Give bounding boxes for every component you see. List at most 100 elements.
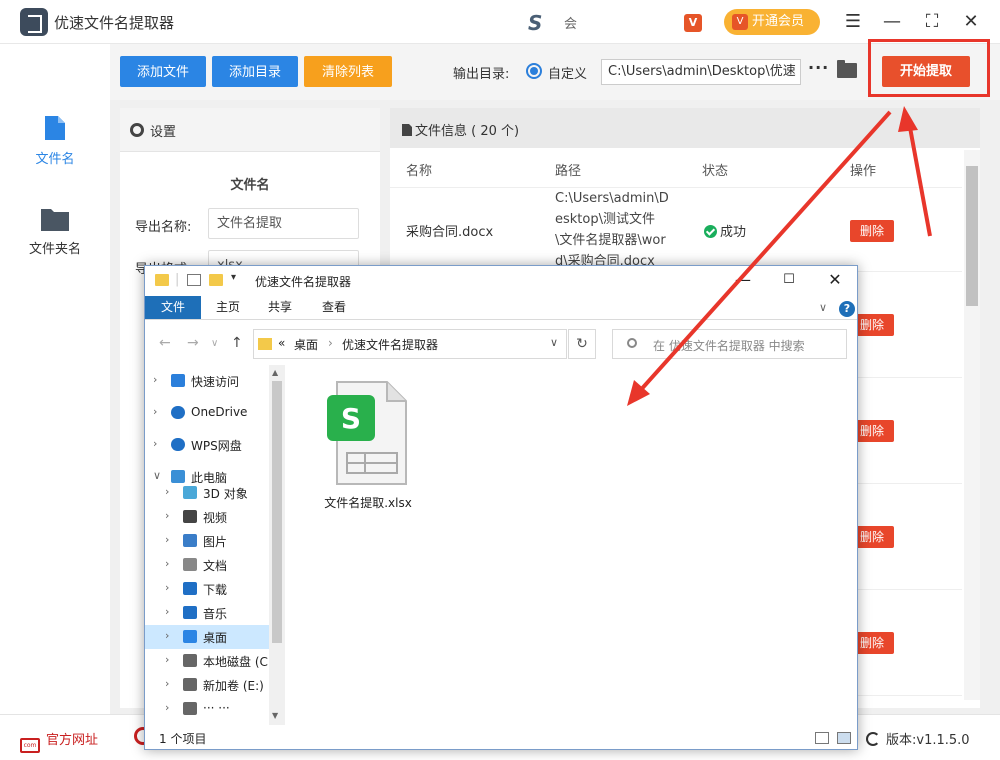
refresh-button[interactable]: ↻ — [568, 329, 596, 359]
picture-icon — [183, 534, 197, 547]
back-arrow-icon[interactable]: ← — [159, 335, 171, 351]
chevron-right-icon[interactable]: › — [153, 405, 157, 418]
file-info-title-text: 文件信息 ( 20 个) — [415, 124, 520, 139]
maximize-button[interactable]: ⛶ — [920, 10, 944, 34]
star-icon — [171, 374, 185, 387]
separator: | — [175, 272, 180, 287]
explorer-close-button[interactable]: ✕ — [825, 270, 845, 289]
ribbon-tab-share[interactable]: 共享 — [255, 296, 305, 319]
chevron-right-icon[interactable]: › — [165, 557, 169, 570]
file-icon-letter: S — [341, 402, 361, 435]
scroll-up-icon[interactable]: ▲ — [272, 368, 278, 377]
explorer-minimize-button[interactable]: — — [733, 270, 753, 289]
document-icon — [183, 558, 197, 571]
tree-item[interactable]: › 新加卷 (E:) — [145, 673, 269, 697]
version-text: 版本:v1.1.5.0 — [886, 733, 970, 748]
document-icon — [402, 124, 412, 136]
row-file-path: C:\Users\admin\Desktop\测试文件\文件名提取器\word\… — [555, 191, 669, 269]
chevron-right-icon[interactable]: › — [165, 509, 169, 522]
export-name-input[interactable]: 文件名提取 — [208, 208, 359, 239]
row-status-text: 成功 — [720, 225, 747, 240]
website-link[interactable]: com 官方网址 — [20, 729, 98, 753]
chevron-right-icon[interactable]: › — [165, 533, 169, 546]
ribbon-expand-icon[interactable]: ∨ — [819, 301, 827, 314]
tree-scrollbar[interactable]: ▲ ▼ — [269, 365, 285, 725]
scroll-thumb[interactable] — [966, 166, 978, 306]
nav-item-filename[interactable]: 文件名 — [0, 114, 110, 184]
more-options-icon[interactable]: ··· — [808, 58, 829, 77]
properties-icon[interactable] — [187, 274, 201, 286]
tree-item[interactable]: › 快速访问 — [145, 369, 269, 393]
menu-icon[interactable]: ☰ — [841, 10, 865, 34]
details-view-icon[interactable] — [815, 732, 829, 744]
tree-item[interactable]: › WPS网盘 — [145, 433, 269, 457]
tree-scroll-thumb[interactable] — [272, 381, 282, 643]
output-dir-label: 输出目录: — [453, 67, 510, 82]
custom-radio-label[interactable]: 自定义 — [548, 63, 587, 82]
search-input[interactable]: 在 优速文件名提取器 中搜索 — [612, 329, 847, 359]
tree-item[interactable]: › 桌面 — [145, 625, 269, 649]
close-button[interactable]: ✕ — [959, 10, 983, 34]
forward-arrow-icon[interactable]: → — [187, 335, 199, 351]
open-vip-button[interactable]: V 开通会员 — [724, 9, 820, 35]
custom-radio[interactable] — [526, 63, 542, 79]
quick-access-dropdown-icon[interactable]: ▾ — [231, 272, 236, 283]
add-file-button[interactable]: 添加文件 — [120, 56, 206, 87]
tree-item[interactable]: › OneDrive — [145, 401, 269, 425]
new-folder-icon[interactable] — [209, 274, 223, 286]
tree-item[interactable]: › 图片 — [145, 529, 269, 553]
chevron-right-icon[interactable]: › — [165, 677, 169, 690]
tree-item[interactable]: › 3D 对象 — [145, 481, 269, 505]
ribbon-tab-home[interactable]: 主页 — [203, 296, 253, 319]
address-dropdown-icon[interactable]: ∨ — [550, 336, 558, 349]
delete-button[interactable]: 删除 — [850, 220, 894, 242]
explorer-maximize-button[interactable]: ☐ — [779, 272, 799, 287]
chevron-right-icon[interactable]: › — [165, 485, 169, 498]
chevron-right-icon[interactable]: › — [165, 701, 169, 714]
download-icon — [183, 582, 197, 595]
chevron-right-icon[interactable]: › — [165, 653, 169, 666]
nav-item-foldername[interactable]: 文件夹名 — [0, 206, 110, 276]
tree-item[interactable]: › 下载 — [145, 577, 269, 601]
settings-header: 设置 — [120, 108, 380, 152]
address-bar[interactable]: « 桌面 › 优速文件名提取器 ∨ — [253, 329, 567, 359]
gear-icon — [130, 123, 144, 137]
address-separator: › — [328, 336, 333, 350]
folder-icon — [41, 209, 69, 231]
add-directory-button[interactable]: 添加目录 — [212, 56, 298, 87]
address-crumb-folder[interactable]: 优速文件名提取器 — [342, 336, 438, 353]
tree-item-label: 视频 — [203, 511, 228, 525]
chevron-right-icon[interactable]: › — [165, 581, 169, 594]
table-header: 名称 路径 状态 操作 — [390, 148, 962, 188]
tree-item-label: 3D 对象 — [203, 487, 248, 501]
address-crumb-desktop[interactable]: 桌面 — [294, 336, 318, 353]
output-path-input[interactable]: C:\Users\admin\Desktop\优速 — [601, 59, 801, 85]
chevron-right-icon[interactable]: › — [153, 437, 157, 450]
large-icons-view-icon[interactable] — [837, 732, 851, 744]
tree-item[interactable]: › ··· ··· — [145, 697, 269, 721]
ribbon-tab-view[interactable]: 查看 — [309, 296, 359, 319]
scroll-down-icon[interactable]: ▼ — [272, 711, 278, 720]
ribbon-tab-file[interactable]: 文件 — [145, 296, 201, 319]
spreadsheet-file-icon: S — [327, 381, 407, 485]
left-nav: 文件名 文件夹名 — [0, 44, 110, 714]
table-scrollbar[interactable] — [964, 150, 980, 700]
vip-badge-icon[interactable]: V — [684, 14, 702, 32]
tree-item[interactable]: › 文档 — [145, 553, 269, 577]
minimize-button[interactable]: — — [880, 10, 904, 34]
recent-dropdown-icon[interactable]: ∨ — [211, 338, 218, 349]
chevron-right-icon[interactable]: › — [153, 373, 157, 386]
open-folder-icon[interactable] — [837, 60, 857, 78]
tree-item[interactable]: › 音乐 — [145, 601, 269, 625]
start-extract-button[interactable]: 开始提取 — [882, 56, 970, 87]
tree-item[interactable]: › 视频 — [145, 505, 269, 529]
col-name: 名称 — [406, 164, 433, 179]
help-icon[interactable]: ? — [839, 301, 855, 317]
chevron-right-icon[interactable]: › — [165, 605, 169, 618]
version-info[interactable]: 版本:v1.1.5.0 — [866, 729, 970, 748]
chevron-right-icon[interactable]: › — [165, 629, 169, 642]
tree-item-label: 图片 — [203, 535, 228, 549]
tree-item[interactable]: › 本地磁盘 (C:) — [145, 649, 277, 673]
clear-list-button[interactable]: 清除列表 — [304, 56, 392, 87]
up-arrow-icon[interactable]: ↑ — [231, 335, 243, 351]
